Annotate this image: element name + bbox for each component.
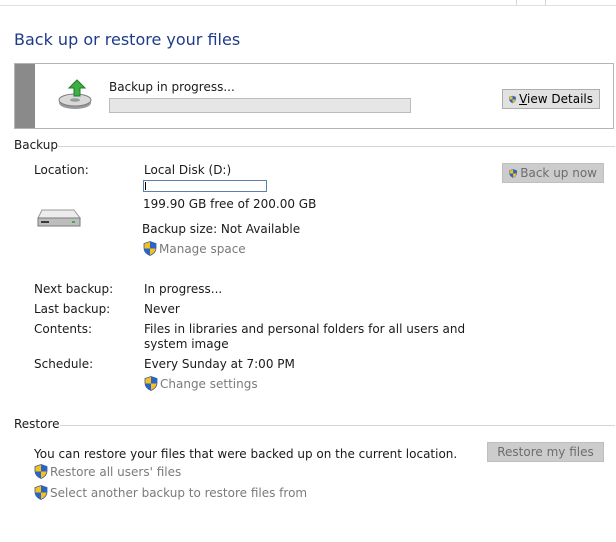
restore-all-users-label: Restore all users' files	[50, 464, 182, 479]
disk-usage-fill	[145, 182, 146, 190]
backup-section-divider	[58, 146, 615, 147]
window-divider	[516, 0, 517, 5]
window-top-strip	[0, 0, 616, 6]
uac-shield-icon	[144, 376, 158, 391]
uac-shield-icon	[509, 168, 517, 178]
location-value: Local Disk (D:)	[144, 163, 232, 177]
schedule-value: Every Sunday at 7:00 PM	[144, 357, 295, 371]
uac-shield-icon	[143, 241, 157, 256]
backup-progress-bar	[109, 98, 411, 113]
contents-label: Contents:	[34, 322, 93, 336]
restore-description: You can restore your files that were bac…	[34, 447, 458, 461]
schedule-label: Schedule:	[34, 357, 94, 371]
last-backup-value: Never	[144, 302, 180, 316]
free-space-text: 199.90 GB free of 200.00 GB	[143, 197, 317, 211]
hard-drive-icon	[37, 209, 81, 227]
last-backup-label: Last backup:	[34, 302, 111, 316]
restore-my-files-button[interactable]: Restore my files	[487, 442, 604, 462]
restore-section-divider	[60, 425, 615, 426]
restore-section-label: Restore	[14, 417, 60, 431]
manage-space-label: Manage space	[159, 241, 246, 256]
backup-disk-arrow-icon	[58, 79, 92, 109]
next-backup-label: Next backup:	[34, 282, 114, 296]
view-details-button[interactable]: View Details	[502, 89, 600, 109]
backup-status-panel: Backup in progress... View Details	[14, 63, 614, 129]
backup-section-label: Backup	[14, 138, 58, 152]
contents-value: Files in libraries and personal folders …	[144, 322, 466, 351]
change-settings-label: Change settings	[160, 376, 258, 391]
select-another-backup-label: Select another backup to restore files f…	[50, 485, 308, 500]
page-title: Back up or restore your files	[14, 30, 241, 49]
restore-my-files-label: Restore my files	[497, 445, 594, 459]
select-another-backup-link[interactable]: Select another backup to restore files f…	[34, 485, 307, 500]
back-up-now-label: Back up now	[520, 166, 597, 180]
manage-space-link[interactable]: Manage space	[143, 241, 246, 256]
location-label: Location:	[34, 163, 89, 177]
view-details-label: View Details	[519, 92, 593, 106]
back-up-now-button[interactable]: Back up now	[502, 163, 604, 183]
status-accent-bar	[15, 64, 35, 128]
backup-size-text: Backup size: Not Available	[142, 222, 301, 236]
window-divider	[545, 0, 546, 5]
uac-shield-icon	[509, 95, 516, 103]
restore-all-users-link[interactable]: Restore all users' files	[34, 464, 181, 479]
disk-usage-bar	[143, 180, 267, 192]
uac-shield-icon	[34, 485, 48, 500]
next-backup-value: In progress...	[144, 282, 223, 296]
uac-shield-icon	[34, 464, 48, 479]
backup-status-label: Backup in progress...	[109, 80, 235, 94]
change-settings-link[interactable]: Change settings	[144, 376, 258, 391]
